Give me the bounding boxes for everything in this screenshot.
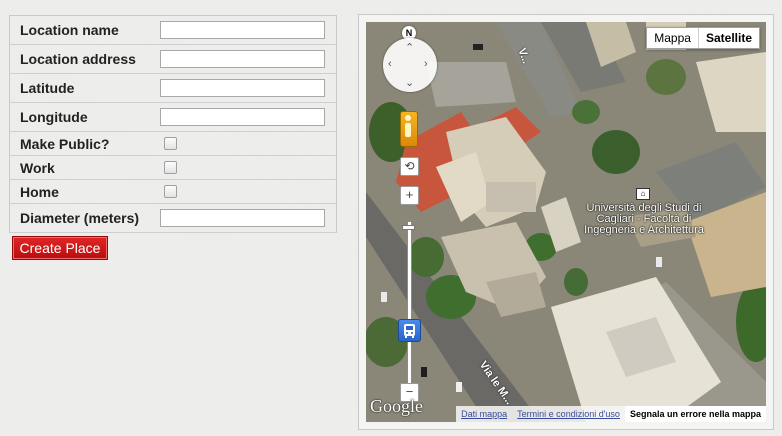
location-name-input[interactable] [160,21,325,39]
longitude-input[interactable] [160,108,325,126]
map-type-roadmap-button[interactable]: Mappa [647,28,698,48]
home-label: Home [9,179,160,204]
pan-control[interactable]: ⌃ ⌄ ‹ › [383,38,437,92]
location-address-label: Location address [9,44,160,74]
form-row-longitude: Longitude [9,102,337,132]
longitude-label: Longitude [9,102,160,132]
form-row-work: Work [9,155,337,180]
zoom-in-button[interactable]: + [400,186,419,205]
diameter-label: Diameter (meters) [9,203,160,233]
form-row-home: Home [9,179,337,204]
google-logo[interactable]: Google [370,396,423,417]
map-attribution-bar: Dati mappa Termini e condizioni d'uso Se… [456,406,766,422]
transit-bus-icon[interactable] [398,319,421,342]
home-checkbox[interactable] [164,185,177,198]
terms-link[interactable]: Termini e condizioni d'uso [512,406,625,422]
satellite-map[interactable]: Via le M... V... ⌂ Università degli Stud… [366,22,766,422]
latitude-input[interactable] [160,79,325,97]
report-error-link[interactable]: Segnala un errore nella mappa [624,406,766,422]
bus-glyph [404,324,415,338]
street-view-pegman-icon[interactable] [400,111,418,147]
make-public-checkbox[interactable] [164,137,177,150]
pan-left-icon[interactable]: ‹ [388,59,392,70]
poi-label[interactable]: Università degli Studi di Cagliari - Fac… [584,203,704,236]
rotate-icon[interactable]: ⟲ [400,157,419,176]
pan-up-icon[interactable]: ⌃ [405,43,414,54]
latitude-label: Latitude [9,73,160,103]
zoom-slider-mark [402,225,415,230]
map-data-link[interactable]: Dati mappa [456,406,512,422]
work-label: Work [9,155,160,180]
form-row-make-public: Make Public? [9,131,337,156]
location-address-input[interactable] [160,50,325,68]
form-row-latitude: Latitude [9,73,337,103]
pan-down-icon[interactable]: ⌄ [405,78,414,89]
map-type-satellite-button[interactable]: Satellite [697,28,759,48]
make-public-label: Make Public? [9,131,160,156]
diameter-input[interactable] [160,209,325,227]
pan-right-icon[interactable]: › [424,59,428,70]
form-row-location-address: Location address [9,44,337,74]
university-icon[interactable]: ⌂ [636,188,650,200]
create-place-button[interactable]: Create Place [12,236,108,260]
map-container: Via le M... V... ⌂ Università degli Stud… [358,14,774,430]
work-checkbox[interactable] [164,161,177,174]
form-row-location-name: Location name [9,15,337,45]
form-row-diameter: Diameter (meters) [9,203,337,233]
place-form: Location name Location address Latitude … [9,15,337,233]
location-name-label: Location name [9,15,160,45]
map-type-control: Mappa Satellite [646,27,760,49]
zoom-slider-track[interactable] [407,221,412,389]
